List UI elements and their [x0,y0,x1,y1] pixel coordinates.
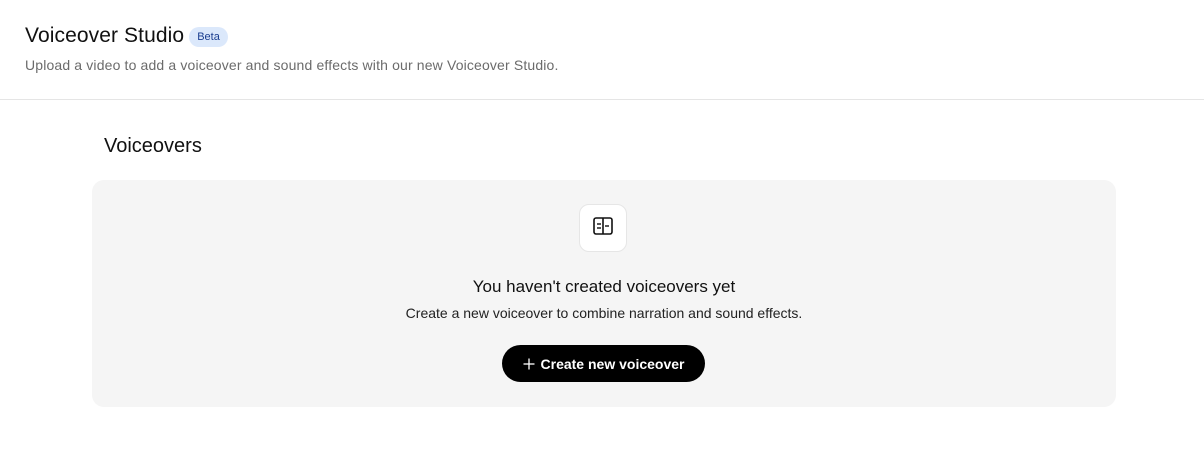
beta-badge: Beta [189,27,228,47]
voiceover-layout-icon [593,216,613,240]
plus-icon [523,358,535,370]
create-voiceover-label: Create new voiceover [540,355,685,372]
title-row: Voiceover Studio Beta [25,24,228,48]
page-header: Voiceover Studio Beta Upload a video to … [0,0,1204,100]
empty-state-heading: You haven't created voiceovers yet [472,277,736,296]
empty-state-card: You haven't created voiceovers yet Creat… [92,180,1116,407]
empty-state-icon-tile [579,204,627,252]
page-subtitle: Upload a video to add a voiceover and so… [25,57,559,73]
page-title: Voiceover Studio [25,24,185,47]
section-title: Voiceovers [104,135,202,157]
voiceover-studio-page: Voiceover Studio Beta Upload a video to … [0,0,1204,450]
empty-state-description: Create a new voiceover to combine narrat… [405,305,803,321]
create-voiceover-button[interactable]: Create new voiceover [502,345,705,382]
